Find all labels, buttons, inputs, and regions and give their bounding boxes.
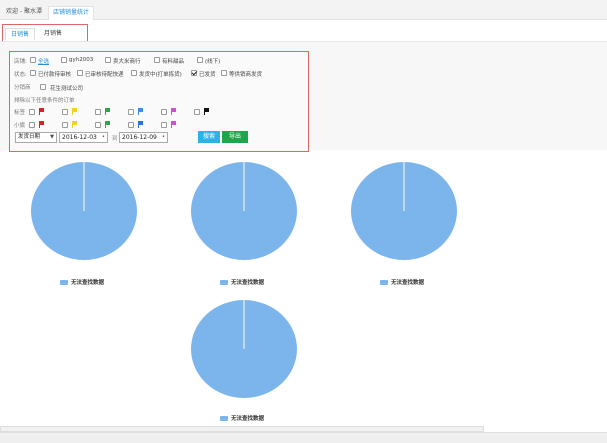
red-flag-icon xyxy=(39,121,45,128)
pie-legend-2[interactable]: 无法查找数据 xyxy=(220,278,264,286)
legend-swatch xyxy=(220,416,228,421)
export-button[interactable]: 导出 xyxy=(222,131,248,143)
legend-swatch xyxy=(60,280,68,285)
tab-shop-sales-stats[interactable]: 店铺销量统计 xyxy=(48,6,95,20)
date-to-label: 到 xyxy=(112,136,118,142)
date-to-value: 2016-12-09 xyxy=(122,134,157,141)
green-flag-icon xyxy=(105,121,111,128)
filter-panel: 店铺: 全选 gyh2003 卖大米商行 有料甜品 (线下) 状态: 已付款待审… xyxy=(9,51,309,152)
flag-checkbox-red[interactable] xyxy=(29,122,35,128)
legend-swatch xyxy=(220,280,228,285)
pie-legend-4[interactable]: 无法查找数据 xyxy=(220,414,264,422)
shop-checkbox-gyh2003[interactable] xyxy=(61,57,67,63)
flag-checkbox-yellow[interactable] xyxy=(62,122,68,128)
date-to-input[interactable]: 2016-12-09 • xyxy=(119,132,168,143)
required-marker-icon: • xyxy=(162,134,165,140)
tab-daily-sales[interactable]: 日销售 xyxy=(5,28,36,40)
status-option-paid: 已付款待审核 xyxy=(38,72,72,78)
status-checkbox-audited[interactable] xyxy=(77,70,83,76)
status-checkbox-supplier[interactable] xyxy=(221,70,227,76)
purple-flag-icon xyxy=(171,121,177,128)
tag-label: 标签 xyxy=(14,110,26,116)
date-type-select[interactable]: 发货日期 ▼ xyxy=(15,132,57,143)
bottom-bar xyxy=(0,432,607,443)
tag-checkbox-purple[interactable] xyxy=(161,109,167,115)
small-flag-label: 小旗 xyxy=(14,123,26,129)
status-option-shipped: 已发货 xyxy=(199,72,216,78)
pie-chart-2 xyxy=(191,162,297,260)
date-from-value: 2016-12-03 xyxy=(62,134,97,141)
status-checkbox-paid[interactable] xyxy=(30,70,36,76)
blue-flag-icon xyxy=(138,121,144,128)
shop-option-youliao: 有料甜品 xyxy=(162,59,185,65)
required-marker-icon: • xyxy=(102,134,105,140)
legend-label: 无法查找数据 xyxy=(71,280,105,286)
pie-chart-3 xyxy=(351,162,457,260)
yellow-tag-icon xyxy=(72,108,78,115)
distributor-option: 花生测试公司 xyxy=(50,86,84,92)
tag-checkbox-black[interactable] xyxy=(194,109,200,115)
yellow-flag-icon xyxy=(72,121,78,128)
sub-tab-group: 日销售 月销售 xyxy=(2,24,88,42)
status-option-shipping: 发货中(打单拣货) xyxy=(139,72,182,78)
shop-checkbox-all[interactable] xyxy=(30,57,36,63)
legend-label: 无法查找数据 xyxy=(231,280,265,286)
distributor-label: 分销商 xyxy=(14,85,31,91)
status-checkbox-shipped[interactable] xyxy=(191,70,197,76)
status-option-audited: 已审核待配快递 xyxy=(85,72,124,78)
tag-checkbox-blue[interactable] xyxy=(128,109,134,115)
shop-option-all[interactable]: 全选 xyxy=(38,57,49,65)
purple-tag-icon xyxy=(171,108,177,115)
legend-swatch xyxy=(380,280,388,285)
tag-checkbox-yellow[interactable] xyxy=(62,109,68,115)
tag-checkbox-red[interactable] xyxy=(29,109,35,115)
shop-option-damai: 卖大米商行 xyxy=(113,59,141,65)
date-from-input[interactable]: 2016-12-03 • xyxy=(59,132,108,143)
chevron-down-icon: ▼ xyxy=(50,134,54,140)
date-type-value: 发货日期 xyxy=(18,134,41,140)
black-tag-icon xyxy=(204,108,210,115)
shop-label: 店铺: xyxy=(14,59,27,65)
shop-checkbox-youliao[interactable] xyxy=(154,57,160,63)
pie-chart-4 xyxy=(191,300,297,398)
search-button[interactable]: 搜索 xyxy=(198,131,220,143)
top-tab-bar: 欢迎 - 聚水潭 店铺销量统计 xyxy=(0,0,607,20)
shop-option-gyh2003: gyh2003 xyxy=(69,57,94,63)
tag-checkbox-green[interactable] xyxy=(95,109,101,115)
red-tag-icon xyxy=(39,108,45,115)
flag-checkbox-purple[interactable] xyxy=(161,122,167,128)
flag-checkbox-green[interactable] xyxy=(95,122,101,128)
blue-tag-icon xyxy=(138,108,144,115)
shop-checkbox-damai[interactable] xyxy=(105,57,111,63)
pie-chart-1 xyxy=(31,162,137,260)
status-label: 状态: xyxy=(14,72,27,78)
shop-option-offline: (线下) xyxy=(205,59,221,65)
tab-monthly-sales[interactable]: 月销售 xyxy=(39,28,67,40)
exclude-note: 排除以下任意条件的订单 xyxy=(14,98,75,104)
legend-label: 无法查找数据 xyxy=(391,280,425,286)
pie-legend-1[interactable]: 无法查找数据 xyxy=(60,278,104,286)
pie-legend-3[interactable]: 无法查找数据 xyxy=(380,278,424,286)
legend-label: 无法查找数据 xyxy=(231,416,265,422)
status-checkbox-shipping[interactable] xyxy=(131,70,137,76)
distributor-checkbox[interactable] xyxy=(40,84,46,90)
green-tag-icon xyxy=(105,108,111,115)
status-option-supplier: 等供销商发货 xyxy=(229,72,263,78)
tab-welcome[interactable]: 欢迎 - 聚水潭 xyxy=(2,6,46,20)
shop-checkbox-offline[interactable] xyxy=(197,57,203,63)
flag-checkbox-blue[interactable] xyxy=(128,122,134,128)
